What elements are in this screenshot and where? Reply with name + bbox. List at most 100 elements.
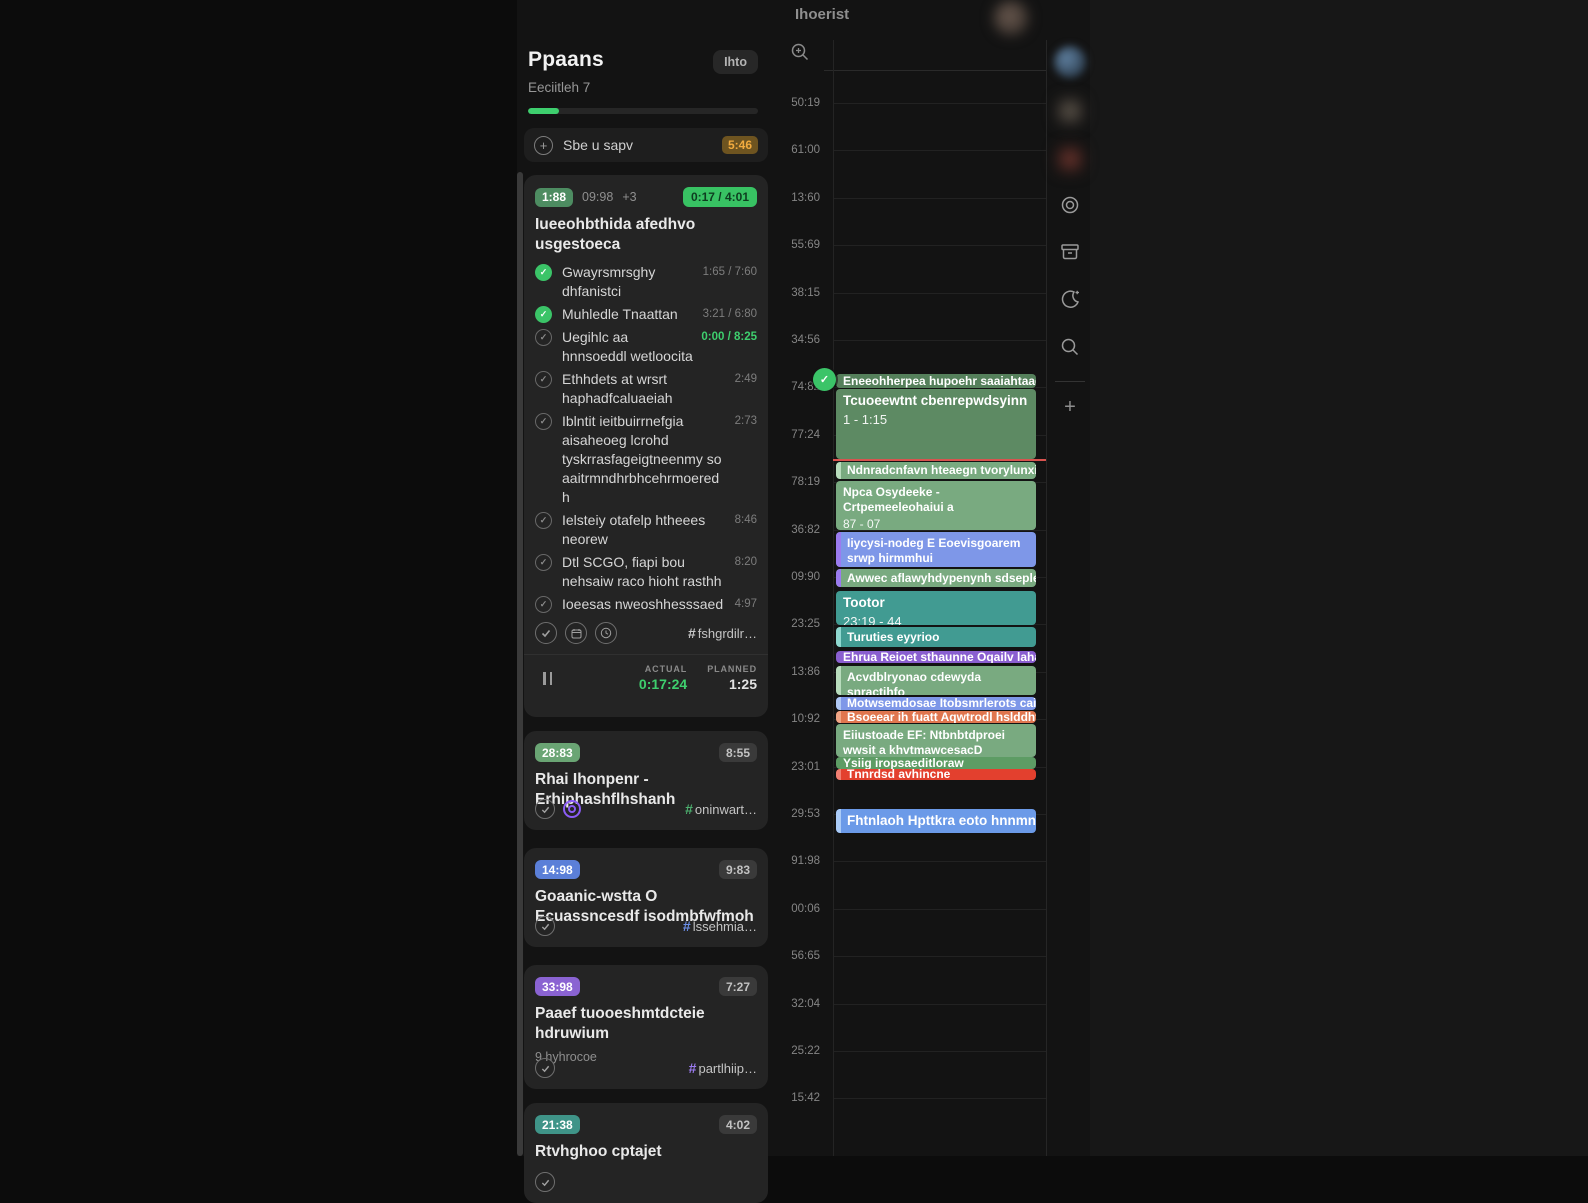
archive-icon[interactable]: [1056, 238, 1084, 266]
time-label: 13:60: [791, 191, 820, 204]
panel-menu-button[interactable]: Ihto: [713, 50, 758, 74]
target-icon[interactable]: [1056, 191, 1084, 219]
event-title: Eiiustoade EF: Ntbnbtdproei wwsit a khvt…: [843, 728, 1005, 757]
calendar-gridline: [834, 245, 1046, 247]
calendar-event[interactable]: Npca Osydeeke - Crtpemeeleohaiui a 87 - 0…: [836, 481, 1036, 530]
calendar-zoom-icon[interactable]: [790, 42, 810, 67]
task-title: Paaef tuooeshmtdcteie hdruwium: [535, 1005, 705, 1042]
target-icon[interactable]: [563, 800, 581, 818]
subtask-check-icon[interactable]: ✓: [535, 554, 552, 571]
duration-badge: 1:88: [535, 187, 574, 207]
event-color-bar: [836, 569, 841, 587]
calendar-event[interactable]: Fhtnlaoh Hpttkra eoto hnnmne tnei: [836, 809, 1036, 833]
current-time-line: [833, 459, 1046, 461]
subtask-row[interactable]: ✓ Ethhdets at wrsrt haphadfcaluaeiah 2:49: [535, 370, 757, 408]
calendar-event[interactable]: Awwec aflawyhdypenynh sdseplep: [836, 569, 1036, 587]
add-task-badge: 5:46: [721, 136, 758, 154]
subtask-row[interactable]: ✓ Gwayrsmrsghy dhfanistci 1:65 / 7:60: [535, 263, 757, 301]
subtask-row[interactable]: ✓ Iblntit ieitbuirrnefgia aisaheoeg lcroh…: [535, 412, 757, 507]
time-label: 38:15: [791, 286, 820, 299]
hashtag-label[interactable]: # oninwart…: [685, 801, 757, 817]
subtask-label: Iblntit ieitbuirrnefgia aisaheoeg lcrohd…: [562, 413, 722, 505]
subtask-label: Uegihlc aa hnnsoeddl wetloocita: [562, 329, 693, 364]
check-circle-icon[interactable]: [535, 1058, 555, 1078]
sidebar-avatar[interactable]: [1054, 46, 1086, 78]
event-color-bar: [836, 809, 841, 833]
check-circle-icon[interactable]: [535, 622, 557, 644]
time-text: 09:98: [582, 190, 614, 204]
event-check-icon[interactable]: ✓: [813, 368, 836, 391]
moon-icon[interactable]: [1056, 285, 1084, 313]
calendar-event[interactable]: Tcuoeewtnt cbenrepwdsyinn 1 - 1:15: [836, 389, 1036, 459]
add-task-row[interactable]: + Sbe u sapv 5:46: [524, 128, 768, 162]
task-card[interactable]: 14:98 9:83 Goaanic-wstta O Ecuassncesdf is…: [524, 848, 768, 947]
subtask-check-icon[interactable]: ✓: [535, 329, 552, 346]
time-label: 25:22: [791, 1045, 820, 1057]
event-title: Iiycysi-nodeg E Eoevisgoarem srwp hirmmh…: [847, 536, 1021, 565]
time-label: 74:82: [791, 381, 820, 394]
event-title: Turuties eyyrioo: [847, 629, 940, 644]
task-card[interactable]: 28:83 8:55 Rhai Ihonpenr - Erhiphashflhsha…: [524, 731, 768, 830]
event-color-bar: [836, 532, 841, 567]
calendar-event[interactable]: Motwsemdosae Itobsmrlerots caiusttnodi: [836, 697, 1036, 710]
panel-scrollbar[interactable]: [517, 172, 523, 1156]
subtask-row[interactable]: ✓ Uegihlc aa hnnsoeddl wetloocita 0:00 / 8…: [535, 328, 757, 366]
subtask-check-icon[interactable]: ✓: [535, 512, 552, 529]
calendar-event[interactable]: Ysiig iropsaeditloraw: [836, 757, 1036, 769]
check-circle-icon[interactable]: [535, 799, 555, 819]
event-color-bar: [836, 462, 841, 479]
calendar-event[interactable]: Tnnrdsd avhincne: [836, 769, 1036, 780]
search-icon[interactable]: [1056, 333, 1084, 361]
duration-badge: 14:98: [535, 860, 580, 879]
calendar-event[interactable]: Acvdblryonao cdewyda snractihfo77:08 - 5…: [836, 666, 1036, 695]
planned-label: PLANNED: [707, 664, 757, 674]
calendar-event[interactable]: Iiycysi-nodeg E Eoevisgoarem srwp hirmmh…: [836, 532, 1036, 567]
time-label: 09:90: [791, 571, 820, 583]
subtask-check-icon[interactable]: ✓: [535, 596, 552, 613]
progress-bar: [528, 108, 758, 114]
hashtag-label[interactable]: # fshgrdilr…: [688, 625, 757, 641]
event-time: 23:19 - 44: [843, 613, 902, 625]
check-circle-icon[interactable]: [535, 1172, 555, 1192]
calendar-event[interactable]: Ndnradcnfavn hteaegn tvorylunxi: [836, 462, 1036, 479]
event-title: Tcuoeewtnt cbenrepwdsyinn: [843, 393, 1028, 408]
time-label: 15:42: [791, 1092, 820, 1105]
time-label: 56:65: [791, 950, 820, 963]
pause-button[interactable]: [543, 671, 552, 685]
calendar-event[interactable]: Turuties eyyrioo: [836, 627, 1036, 647]
subtask-done-icon[interactable]: ✓: [535, 264, 552, 281]
event-title: Tootor: [843, 595, 885, 610]
calendar-event[interactable]: Eneeohherpea hupoehr saaiahtaad: [836, 374, 1036, 388]
task-card[interactable]: 21:38 4:02 Rtvhghoo cptajet: [524, 1103, 768, 1203]
event-title: Acvdblryonao cdewyda snractihfo: [847, 670, 982, 695]
avatar[interactable]: [993, 0, 1029, 36]
clock-icon[interactable]: [595, 622, 617, 644]
extra-count: +3: [622, 190, 637, 204]
subtask-row[interactable]: ✓ Ioeesas nweoshhesssaed 4:97: [535, 595, 757, 614]
subtask-done-icon[interactable]: ✓: [535, 306, 552, 323]
duration-badge: 21:38: [535, 1115, 580, 1134]
subtask-check-icon[interactable]: ✓: [535, 371, 552, 388]
hashtag-label[interactable]: # partlhiip…: [689, 1060, 757, 1076]
calendar-top-line: [824, 70, 1046, 71]
subtask-row[interactable]: ✓ Dtl SCGO, fiapi bou nehsaiw raco hioht …: [535, 553, 757, 591]
subtask-check-icon[interactable]: ✓: [535, 413, 552, 430]
blurred-icon[interactable]: [1057, 98, 1083, 124]
timer-task-card[interactable]: 1:88 09:98 +3 0:17 / 4:01 Iueeohbthida a…: [524, 175, 768, 717]
calendar-icon[interactable]: [565, 622, 587, 644]
calendar-gridline: [834, 956, 1046, 958]
planned-badge: 8:55: [718, 743, 757, 762]
calendar-event[interactable]: Tootor 23:19 - 44: [836, 591, 1036, 625]
blurred-icon[interactable]: [1057, 146, 1083, 172]
plus-icon: +: [534, 135, 553, 155]
hashtag-label[interactable]: # lssehmia…: [683, 918, 757, 934]
task-card[interactable]: 33:98 7:27 Paaef tuooeshmtdcteie hdruwium 9…: [524, 965, 768, 1089]
subtask-row[interactable]: ✓ Muhledle Tnaattan 3:21 / 6:80: [535, 305, 757, 324]
plus-icon[interactable]: +: [1056, 393, 1084, 421]
event-color-bar: [836, 627, 841, 647]
calendar-event[interactable]: Ehrua Reioet sthaunne Oqailv lahadsir: [836, 651, 1036, 663]
calendar-event[interactable]: Bsoeear ih fuatt Aqwtrodl hslddhftniti: [836, 711, 1036, 723]
calendar-event[interactable]: Eiiustoade EF: Ntbnbtdproei wwsit a khvt…: [836, 724, 1036, 757]
subtask-row[interactable]: ✓ Ielsteiy otafelp htheees neorew 8:46: [535, 511, 757, 549]
check-circle-icon[interactable]: [535, 916, 555, 936]
